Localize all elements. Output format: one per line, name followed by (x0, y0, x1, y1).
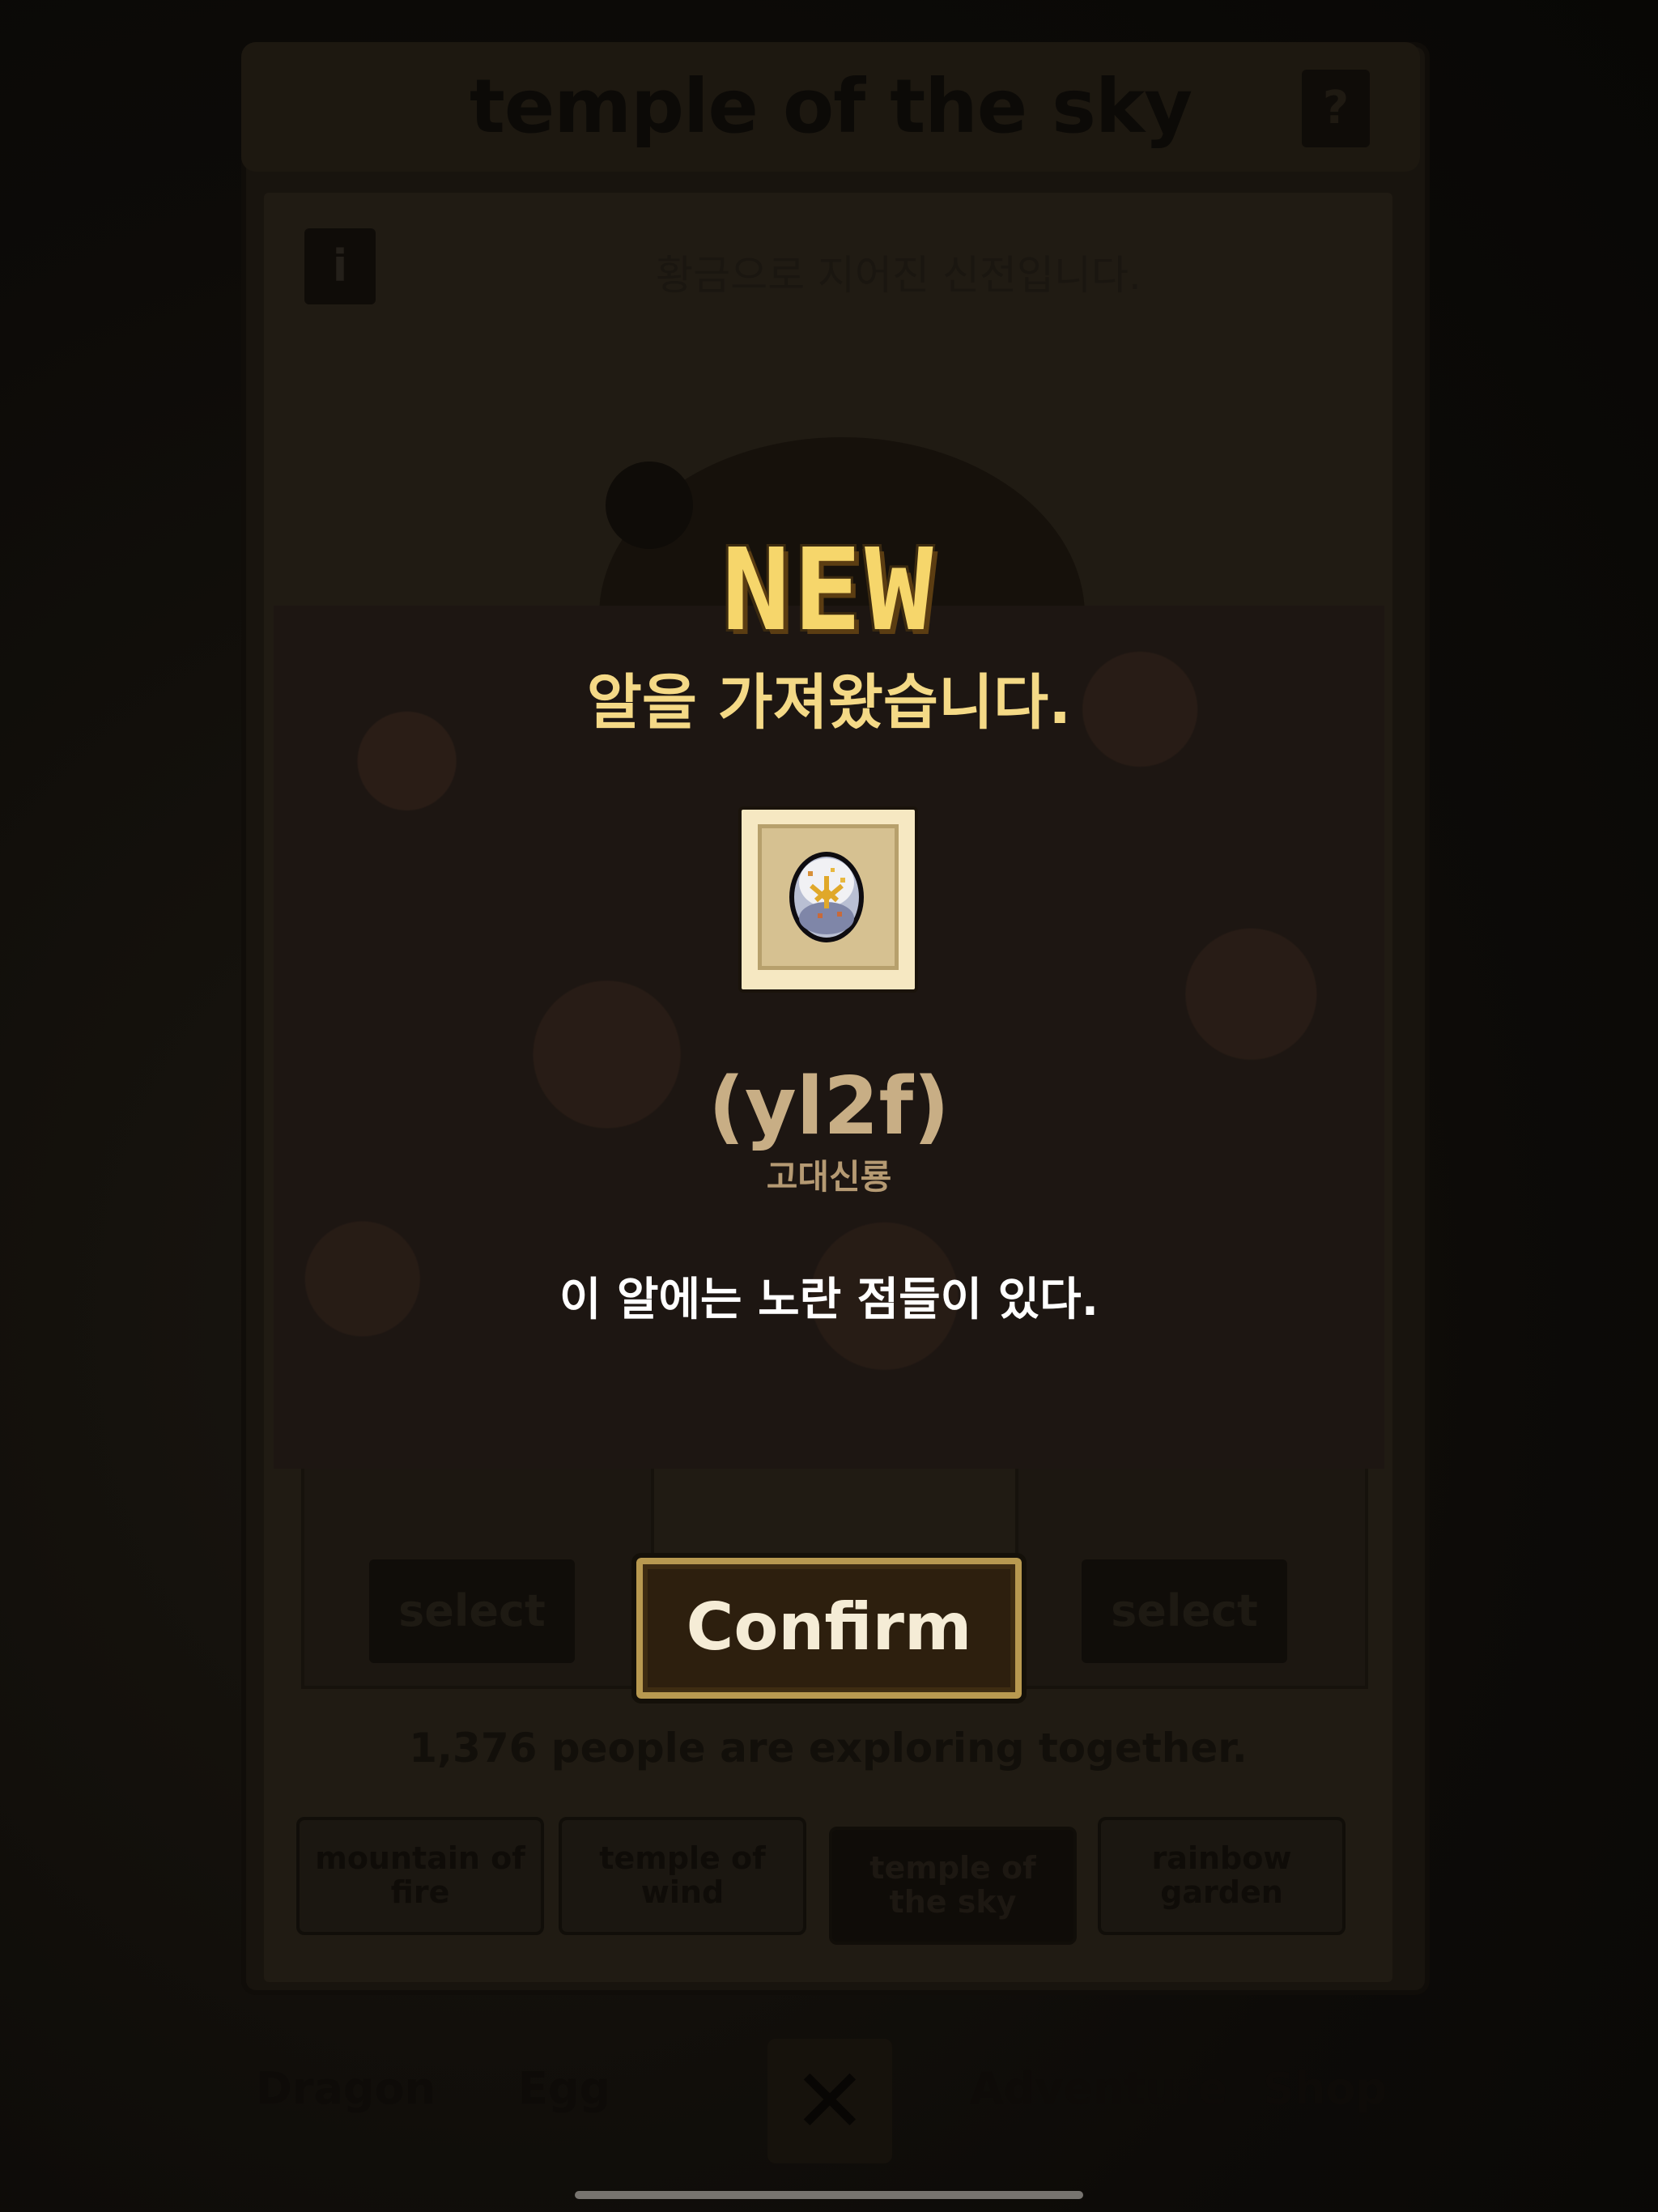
tab-temple-of-wind[interactable]: temple of wind (559, 1817, 806, 1935)
page-title: temple of the sky (469, 63, 1192, 150)
item-description: 이 알에는 노란 점들이 있다. (559, 1274, 1099, 1326)
item-name: (yl2f) (708, 1061, 950, 1153)
nav-adventure[interactable]: Adventure (970, 2063, 1227, 2114)
nav-dragon[interactable]: Dragon (256, 2063, 436, 2114)
help-button[interactable]: ? (1302, 70, 1370, 147)
select-button-right[interactable]: select (1082, 1559, 1287, 1663)
new-badge: NEW (721, 525, 937, 657)
confirm-button[interactable]: Confirm (631, 1553, 1027, 1704)
location-description: 황금으로 지어진 신전입니다. (656, 252, 1141, 299)
home-indicator (575, 2191, 1083, 2199)
nav-egg[interactable]: Egg (518, 2063, 610, 2114)
item-frame (738, 806, 918, 993)
tab-temple-of-the-sky[interactable]: temple of the sky (829, 1827, 1077, 1945)
item-type: 고대신룡 (766, 1157, 892, 1197)
tab-mountain-of-fire[interactable]: mountain of fire (296, 1817, 544, 1935)
info-button[interactable]: i (304, 228, 376, 304)
close-icon[interactable]: ✕ (767, 2039, 892, 2163)
egg-icon (789, 852, 864, 942)
nav-shop[interactable]: Shop (1263, 2063, 1387, 2114)
explorer-count: 1,376 people are exploring together. (409, 1725, 1248, 1772)
modal-title: 알을 가져왔습니다. (586, 668, 1072, 738)
select-button-left[interactable]: select (369, 1559, 575, 1663)
tab-rainbow-garden[interactable]: rainbow garden (1098, 1817, 1346, 1935)
